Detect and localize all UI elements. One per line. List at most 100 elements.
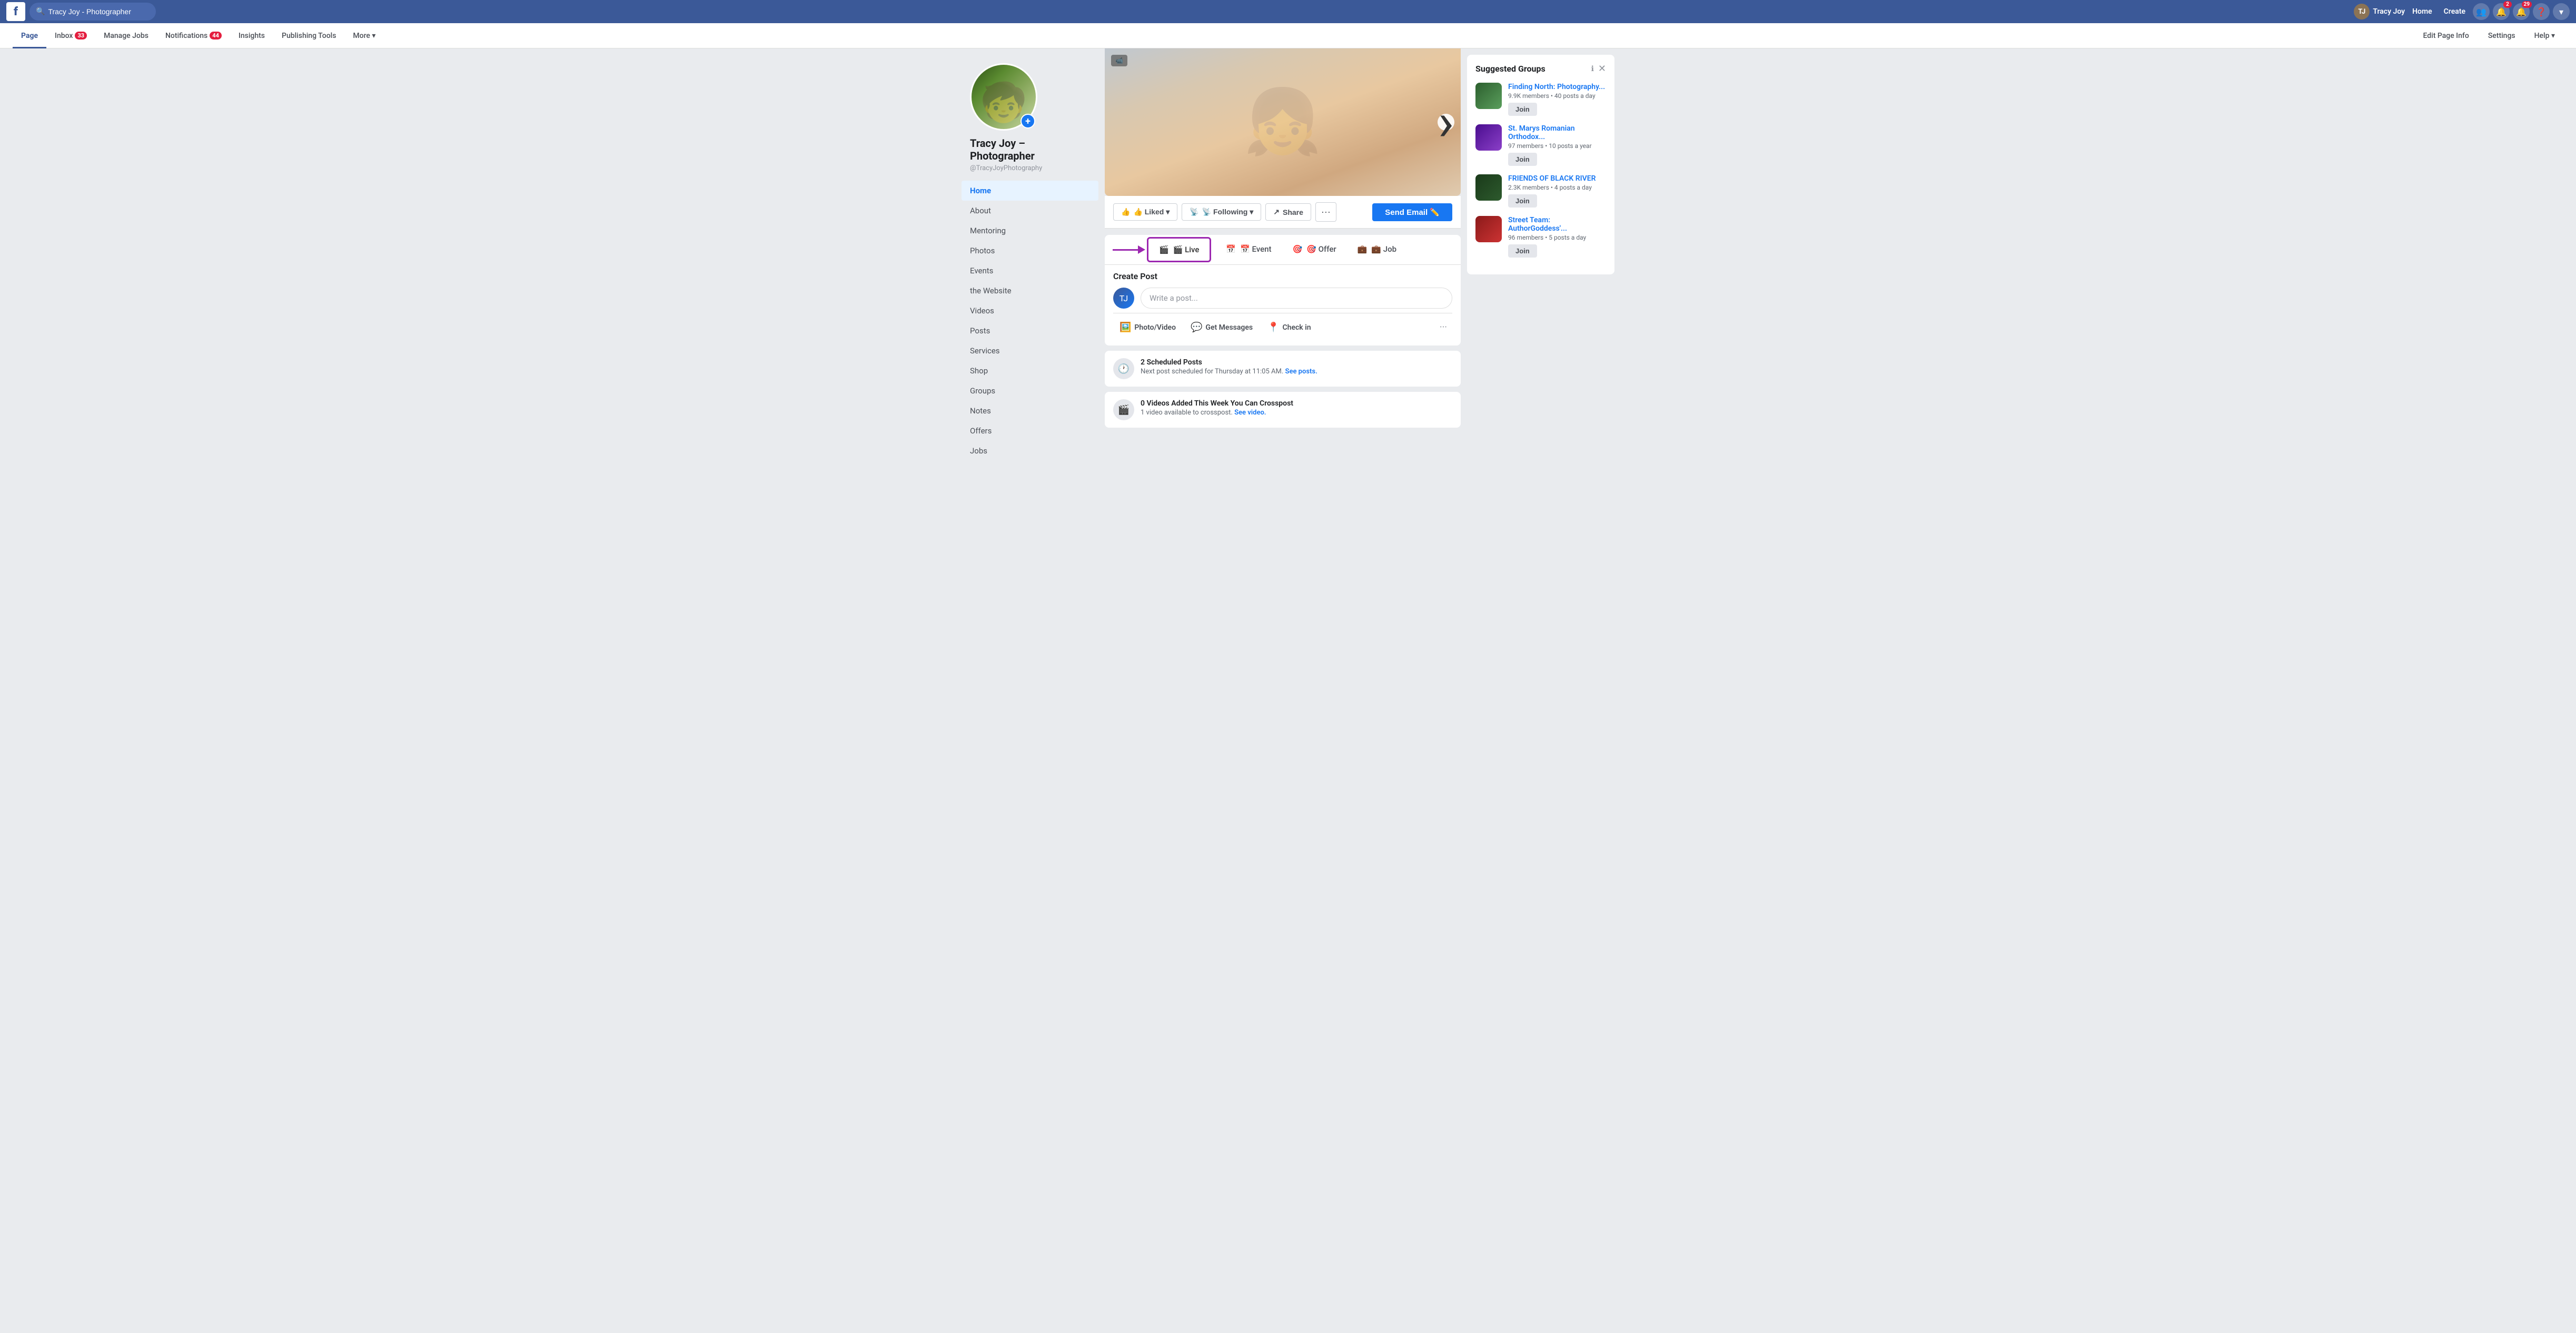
sg-group-2: St. Marys Romanian Orthodox... 97 member…	[1475, 124, 1606, 166]
sg-group-3-meta: 2.3K members • 4 posts a day	[1508, 184, 1606, 191]
sidebar-item-notes[interactable]: Notes	[962, 401, 1098, 421]
sg-group-3-name[interactable]: FRIENDS OF BLACK RIVER	[1508, 174, 1606, 183]
cover-next-icon[interactable]: ›	[1438, 114, 1454, 131]
sg-group-2-join-btn[interactable]: Join	[1508, 153, 1537, 166]
profile-add-photo-btn[interactable]: +	[1021, 114, 1035, 129]
sidebar-item-offers[interactable]: Offers	[962, 421, 1098, 441]
page-nav-insights[interactable]: Insights	[230, 23, 273, 48]
cover-image: 👧	[1105, 48, 1461, 196]
sidebar-item-photos[interactable]: Photos	[962, 241, 1098, 261]
sidebar-item-services[interactable]: Services	[962, 341, 1098, 361]
sidebar-item-about[interactable]: About	[962, 201, 1098, 221]
sg-close-btn[interactable]: ✕	[1598, 63, 1606, 74]
sg-group-3-join-btn[interactable]: Join	[1508, 194, 1537, 208]
post-input[interactable]: Write a post...	[1141, 288, 1452, 309]
settings-btn[interactable]: Settings	[2480, 23, 2524, 48]
job-tab[interactable]: 💼 💼 Job	[1347, 235, 1407, 264]
sidebar-item-shop[interactable]: Shop	[962, 361, 1098, 381]
sg-group-4-join-btn[interactable]: Join	[1508, 244, 1537, 258]
post-user-avatar: TJ	[1113, 288, 1134, 309]
scheduled-posts-notification: 🕐 2 Scheduled Posts Next post scheduled …	[1105, 351, 1461, 387]
edit-page-info-btn[interactable]: Edit Page Info	[2414, 23, 2477, 48]
live-tab[interactable]: 🎬 🎬 Live	[1147, 237, 1211, 262]
sg-group-2-name[interactable]: St. Marys Romanian Orthodox...	[1508, 124, 1606, 141]
profile-section: 🧒 + Tracy Joy – Photographer @TracyJoyPh…	[962, 48, 1098, 172]
sg-group-4-meta: 96 members • 5 posts a day	[1508, 234, 1606, 241]
sidebar-item-the-website[interactable]: the Website	[962, 281, 1098, 301]
sg-group-4-name[interactable]: Street Team: AuthorGoddess'...	[1508, 216, 1606, 233]
action-bar: 👍 👍 Liked ▾ 📡 📡 Following ▾ ↗ Share ··· …	[1105, 196, 1461, 229]
nav-alerts-icon[interactable]: 🔔 29	[2513, 3, 2530, 20]
photo-video-btn[interactable]: 🖼️ Photo/Video	[1113, 318, 1182, 337]
page-nav-page[interactable]: Page	[13, 23, 46, 48]
sg-group-1-join-btn[interactable]: Join	[1508, 103, 1537, 116]
sidebar-item-mentoring[interactable]: Mentoring	[962, 221, 1098, 241]
nav-username: Tracy Joy	[2373, 7, 2405, 16]
liked-button[interactable]: 👍 👍 Liked ▾	[1113, 203, 1177, 221]
sidebar-item-events[interactable]: Events	[962, 261, 1098, 281]
sg-title: Suggested Groups	[1475, 64, 1545, 74]
notifications-badge: 2	[2503, 1, 2512, 8]
sg-group-2-img	[1475, 124, 1502, 151]
see-video-link[interactable]: See video.	[1234, 409, 1266, 417]
sidebar-menu: Home About Mentoring Photos Events the W…	[962, 181, 1098, 461]
nav-home-btn[interactable]: Home	[2408, 7, 2436, 16]
page-navigation: Page Inbox 33 Manage Jobs Notifications …	[0, 23, 2576, 48]
sg-group-3-info: FRIENDS OF BLACK RIVER 2.3K members • 4 …	[1508, 174, 1606, 208]
thumbs-up-icon: 👍	[1121, 208, 1130, 216]
send-email-button[interactable]: Send Email ✏️	[1372, 203, 1452, 221]
post-actions-more-btn[interactable]: ···	[1434, 318, 1452, 337]
see-posts-link[interactable]: See posts.	[1285, 368, 1317, 376]
right-sidebar: Suggested Groups ℹ ✕ Finding North: Phot…	[1467, 48, 1614, 471]
nav-dropdown-icon[interactable]: ▾	[2553, 3, 2570, 20]
sidebar-item-videos[interactable]: Videos	[962, 301, 1098, 321]
avatar: TJ	[2354, 4, 2370, 19]
sg-group-1-info: Finding North: Photography... 9.9K membe…	[1508, 83, 1606, 116]
sidebar-item-groups[interactable]: Groups	[962, 381, 1098, 401]
get-messages-btn[interactable]: 💬 Get Messages	[1184, 318, 1259, 337]
sg-group-4-info: Street Team: AuthorGoddess'... 96 member…	[1508, 216, 1606, 258]
create-post-header: Create Post	[1113, 271, 1452, 281]
photo-video-icon: 🖼️	[1119, 322, 1131, 333]
page-nav-manage-jobs[interactable]: Manage Jobs	[95, 23, 157, 48]
search-bar[interactable]: 🔍	[29, 3, 156, 21]
search-input[interactable]	[48, 7, 150, 16]
sg-info-icon[interactable]: ℹ	[1591, 65, 1594, 73]
profile-handle: @TracyJoyPhotography	[970, 164, 1090, 172]
cover-video-icon: 📹	[1111, 55, 1127, 66]
event-tab[interactable]: 📅 📅 Event	[1215, 235, 1282, 264]
check-in-btn[interactable]: 📍 Check in	[1261, 318, 1317, 337]
help-btn[interactable]: Help ▾	[2526, 23, 2563, 48]
sidebar-item-jobs[interactable]: Jobs	[962, 441, 1098, 461]
offer-tab[interactable]: 🎯 🎯 Offer	[1282, 235, 1347, 264]
sidebar-item-home[interactable]: Home	[962, 181, 1098, 201]
nav-help-icon[interactable]: ❓	[2533, 3, 2550, 20]
search-icon: 🔍	[36, 7, 45, 16]
left-sidebar: 🧒 + Tracy Joy – Photographer @TracyJoyPh…	[962, 48, 1098, 471]
post-type-tabs: 🎬 🎬 Live 📅 📅 Event 🎯 🎯 Off	[1105, 235, 1461, 265]
following-icon: 📡	[1190, 208, 1198, 216]
nav-user[interactable]: TJ Tracy Joy	[2354, 4, 2405, 19]
create-post-input-row: TJ Write a post...	[1113, 288, 1452, 309]
page-nav-publishing-tools[interactable]: Publishing Tools	[273, 23, 344, 48]
offer-icon: 🎯	[1293, 244, 1303, 254]
more-options-button[interactable]: ···	[1315, 202, 1336, 222]
share-button[interactable]: ↗ Share	[1265, 203, 1311, 221]
nav-notifications-icon[interactable]: 🔔 2	[2493, 3, 2510, 20]
page-nav-inbox[interactable]: Inbox 33	[46, 23, 95, 48]
nav-friends-icon[interactable]: 👥	[2473, 3, 2490, 20]
sg-group-3-img	[1475, 174, 1502, 201]
sg-group-1-name[interactable]: Finding North: Photography...	[1508, 83, 1606, 91]
page-nav-notifications[interactable]: Notifications 44	[157, 23, 230, 48]
sidebar-item-posts[interactable]: Posts	[962, 321, 1098, 341]
scheduled-posts-icon: 🕐	[1113, 358, 1134, 379]
crosspost-content: 0 Videos Added This Week You Can Crosspo…	[1141, 399, 1452, 417]
crosspost-icon: 🎬	[1113, 399, 1134, 420]
top-navigation: f 🔍 TJ Tracy Joy Home Create 👥 🔔 2 🔔 29 …	[0, 0, 2576, 23]
main-content: 👧 📹 › 👍 👍 Liked ▾ 📡 📡 Following ▾ ↗ Shar…	[1098, 48, 1467, 471]
sg-group-2-info: St. Marys Romanian Orthodox... 97 member…	[1508, 124, 1606, 166]
page-nav-more[interactable]: More ▾	[344, 23, 384, 48]
nav-create-btn[interactable]: Create	[2440, 7, 2470, 16]
sg-group-1-meta: 9.9K members • 40 posts a day	[1508, 92, 1606, 100]
following-button[interactable]: 📡 📡 Following ▾	[1182, 203, 1261, 221]
